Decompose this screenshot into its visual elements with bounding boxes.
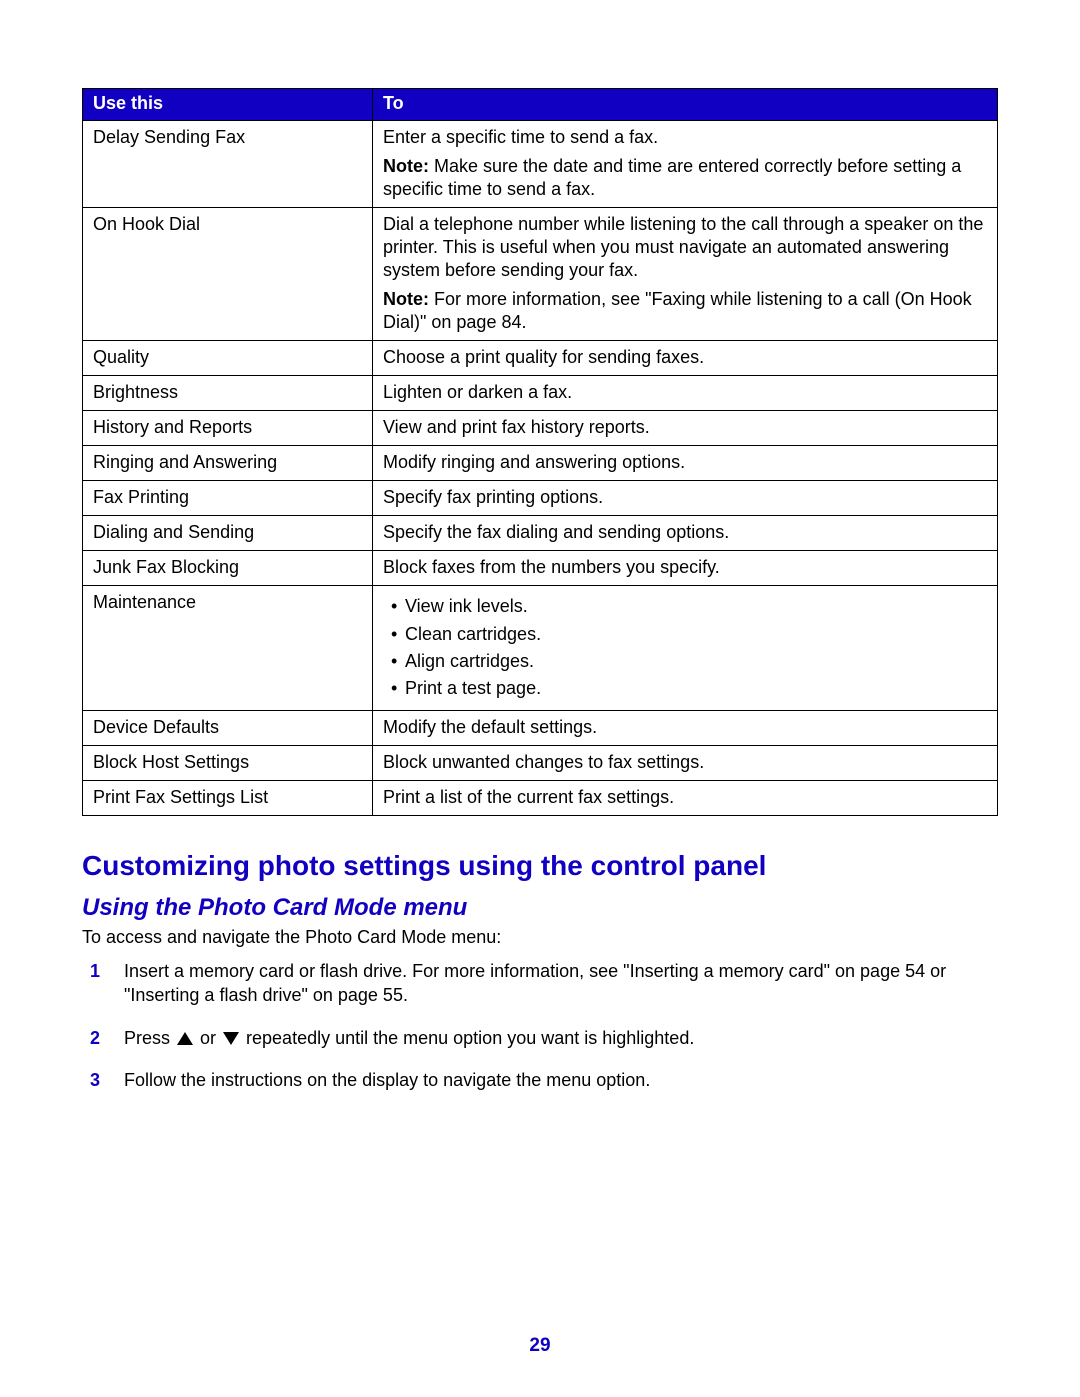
row-name: Junk Fax Blocking: [83, 551, 373, 586]
row-desc: View and print fax history reports.: [373, 411, 998, 446]
row-desc: Modify ringing and answering options.: [373, 446, 998, 481]
table-row: Junk Fax Blocking Block faxes from the n…: [83, 551, 998, 586]
step-item: 2 Press or repeatedly until the menu opt…: [118, 1026, 998, 1068]
row-desc: Choose a print quality for sending faxes…: [373, 341, 998, 376]
step-text-before: Press: [124, 1028, 175, 1048]
row-note: Note: Make sure the date and time are en…: [383, 155, 987, 201]
table-header-row: Use this To: [83, 89, 998, 121]
subsection-heading: Using the Photo Card Mode menu: [82, 894, 998, 922]
row-desc: Block faxes from the numbers you specify…: [373, 551, 998, 586]
row-name: Dialing and Sending: [83, 516, 373, 551]
row-name: Ringing and Answering: [83, 446, 373, 481]
table-row: Maintenance View ink levels. Clean cartr…: [83, 586, 998, 710]
bullet-item: Clean cartridges.: [407, 621, 987, 648]
down-arrow-icon: [223, 1032, 239, 1045]
row-name: Fax Printing: [83, 481, 373, 516]
row-desc: Block unwanted changes to fax settings.: [373, 745, 998, 780]
intro-paragraph: To access and navigate the Photo Card Mo…: [82, 926, 998, 949]
table-row: Quality Choose a print quality for sendi…: [83, 341, 998, 376]
step-item: 1 Insert a memory card or flash drive. F…: [118, 959, 998, 1026]
step-number: 1: [90, 959, 100, 983]
row-desc-text: Enter a specific time to send a fax.: [383, 126, 987, 149]
page-number: 29: [0, 1335, 1080, 1357]
section-heading: Customizing photo settings using the con…: [82, 850, 998, 882]
step-text: Insert a memory card or flash drive. For…: [124, 961, 946, 1005]
note-text: Make sure the date and time are entered …: [383, 156, 961, 199]
row-desc: Enter a specific time to send a fax. Not…: [373, 121, 998, 208]
row-note: Note: For more information, see "Faxing …: [383, 288, 987, 334]
up-arrow-icon: [177, 1032, 193, 1045]
steps-list: 1 Insert a memory card or flash drive. F…: [82, 959, 998, 1110]
table-row: History and Reports View and print fax h…: [83, 411, 998, 446]
table-row: Ringing and Answering Modify ringing and…: [83, 446, 998, 481]
table-row: Device Defaults Modify the default setti…: [83, 710, 998, 745]
step-item: 3 Follow the instructions on the display…: [118, 1068, 998, 1110]
step-number: 2: [90, 1026, 100, 1050]
manual-page: Use this To Delay Sending Fax Enter a sp…: [0, 0, 1080, 1397]
header-use-this: Use this: [83, 89, 373, 121]
row-name: Device Defaults: [83, 710, 373, 745]
row-desc: View ink levels. Clean cartridges. Align…: [373, 586, 998, 710]
table-row: Print Fax Settings List Print a list of …: [83, 780, 998, 815]
row-name: Maintenance: [83, 586, 373, 710]
row-desc: Print a list of the current fax settings…: [373, 780, 998, 815]
row-name: Quality: [83, 341, 373, 376]
bullet-item: Align cartridges.: [407, 648, 987, 675]
note-text: For more information, see "Faxing while …: [383, 289, 972, 332]
step-text: Follow the instructions on the display t…: [124, 1070, 650, 1090]
header-to: To: [373, 89, 998, 121]
note-label: Note:: [383, 289, 429, 309]
bullet-item: View ink levels.: [407, 593, 987, 620]
step-text-after: repeatedly until the menu option you wan…: [241, 1028, 694, 1048]
row-name: Brightness: [83, 376, 373, 411]
row-name: Block Host Settings: [83, 745, 373, 780]
table-row: On Hook Dial Dial a telephone number whi…: [83, 208, 998, 341]
row-desc: Specify fax printing options.: [373, 481, 998, 516]
row-name: Delay Sending Fax: [83, 121, 373, 208]
step-text-mid: or: [195, 1028, 221, 1048]
table-row: Brightness Lighten or darken a fax.: [83, 376, 998, 411]
row-desc: Lighten or darken a fax.: [373, 376, 998, 411]
row-name: Print Fax Settings List: [83, 780, 373, 815]
table-row: Dialing and Sending Specify the fax dial…: [83, 516, 998, 551]
row-name: History and Reports: [83, 411, 373, 446]
table-row: Block Host Settings Block unwanted chang…: [83, 745, 998, 780]
row-desc: Modify the default settings.: [373, 710, 998, 745]
row-desc: Specify the fax dialing and sending opti…: [373, 516, 998, 551]
fax-settings-table: Use this To Delay Sending Fax Enter a sp…: [82, 88, 998, 816]
bullet-item: Print a test page.: [407, 675, 987, 702]
step-number: 3: [90, 1068, 100, 1092]
row-desc-text: Dial a telephone number while listening …: [383, 213, 987, 282]
row-desc: Dial a telephone number while listening …: [373, 208, 998, 341]
note-label: Note:: [383, 156, 429, 176]
table-row: Fax Printing Specify fax printing option…: [83, 481, 998, 516]
maintenance-bullets: View ink levels. Clean cartridges. Align…: [383, 593, 987, 701]
row-name: On Hook Dial: [83, 208, 373, 341]
table-row: Delay Sending Fax Enter a specific time …: [83, 121, 998, 208]
